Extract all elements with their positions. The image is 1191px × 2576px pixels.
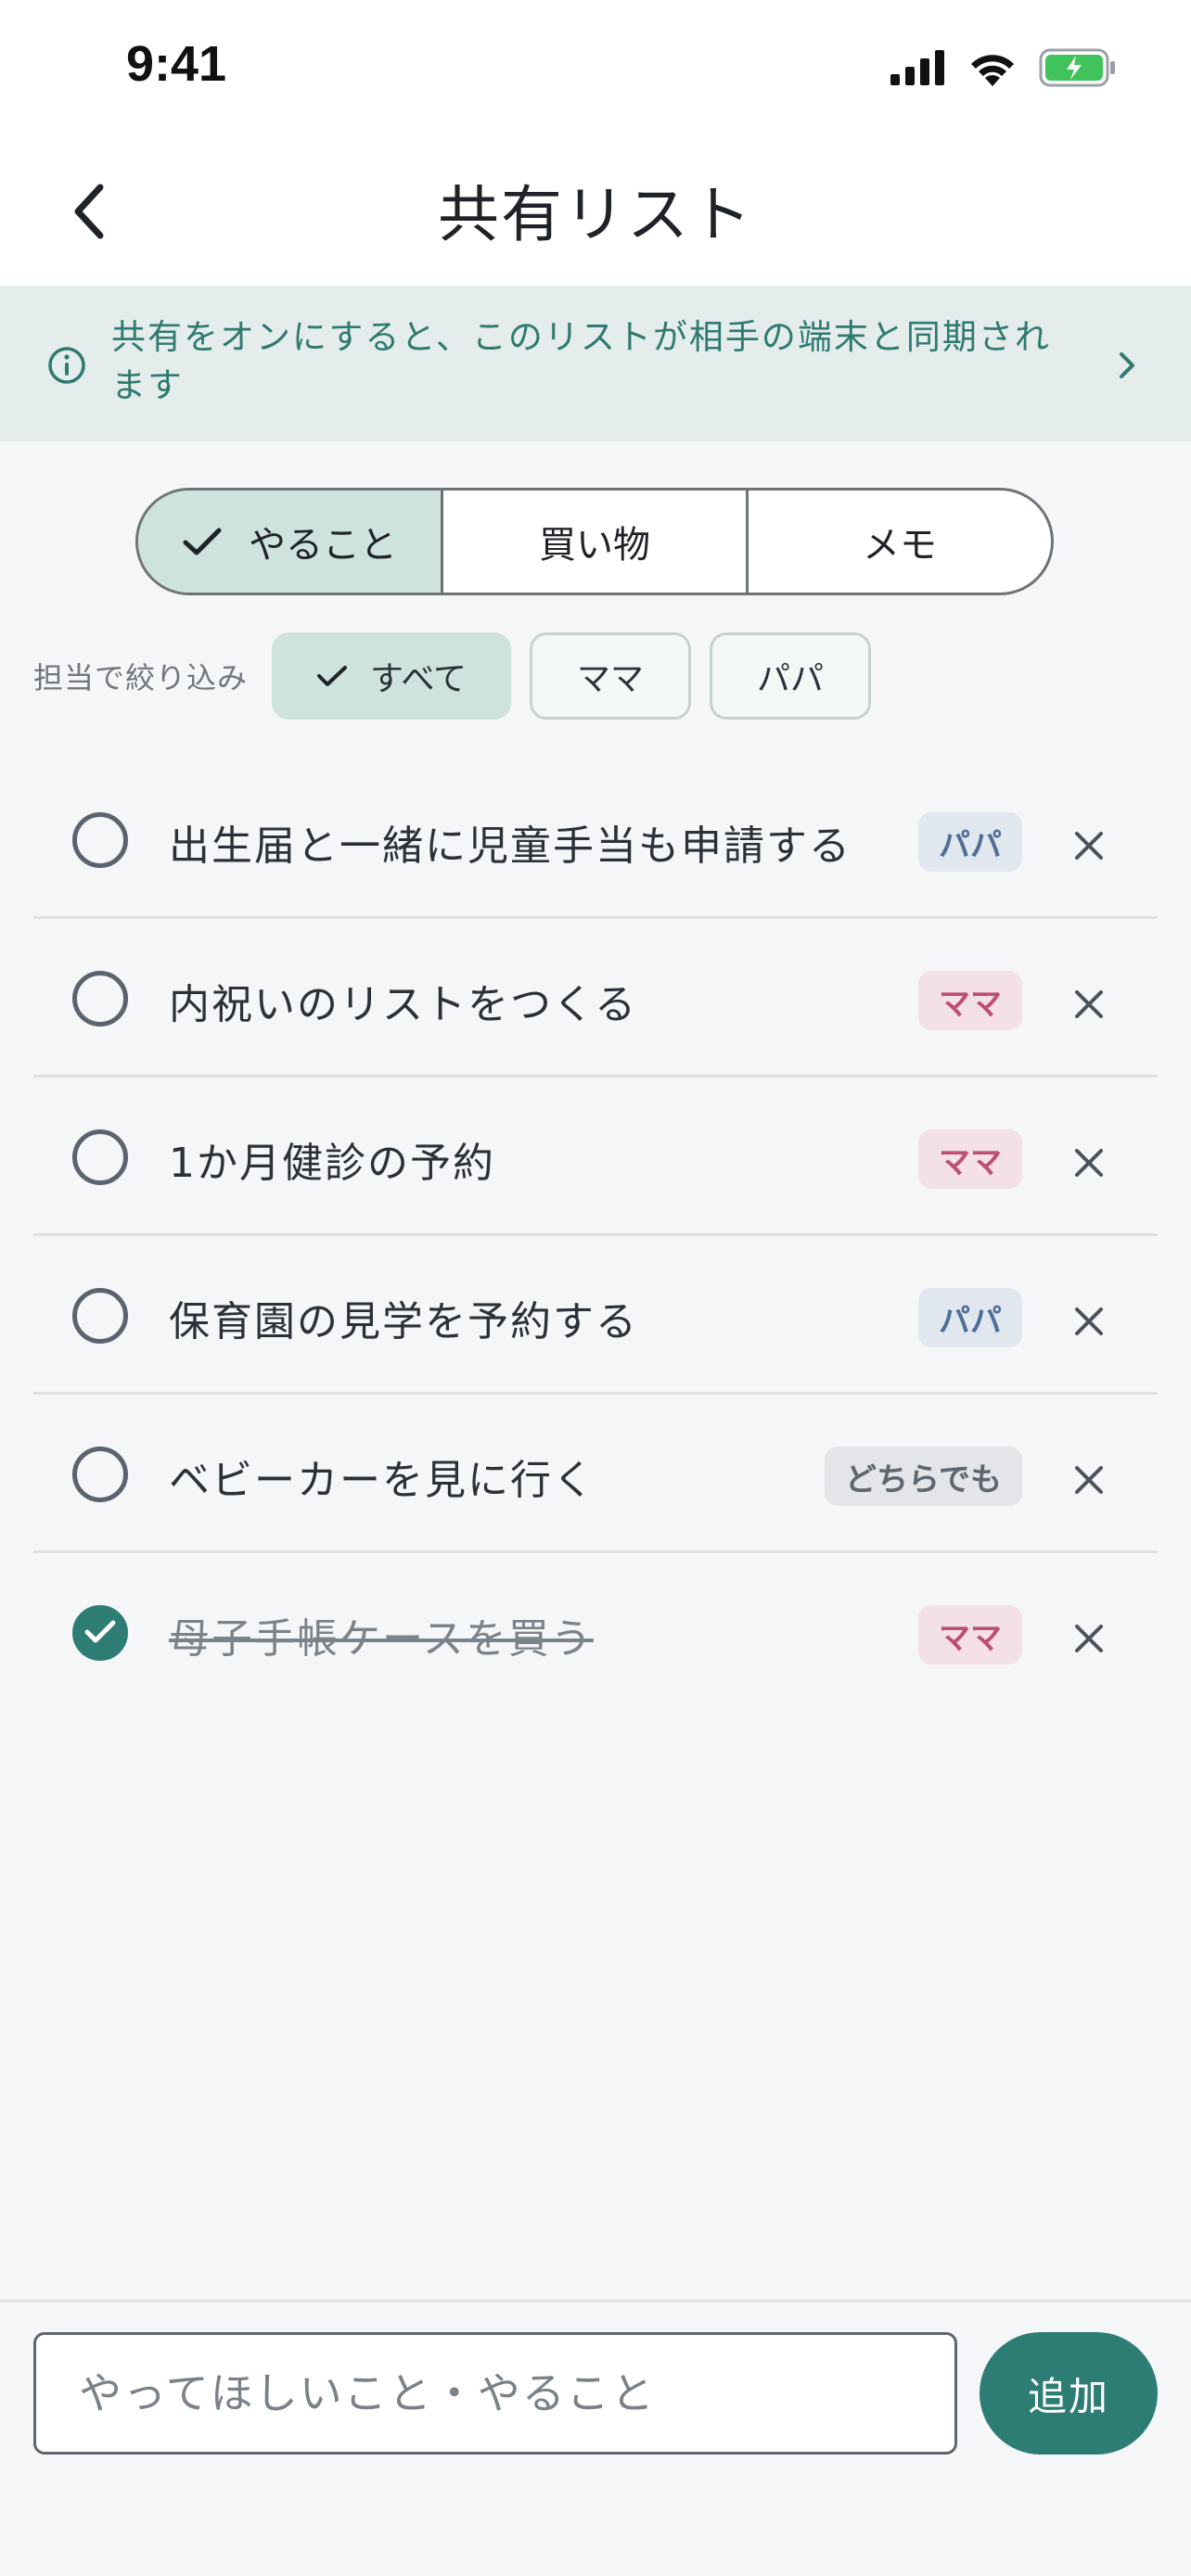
task-input[interactable] (33, 2332, 957, 2455)
task-row: 内祝いのリストをつくる ママ (33, 919, 1158, 1078)
status-bar: 9:41 (0, 0, 1191, 137)
nav-bar: 共有リスト (0, 137, 1191, 286)
task-row: ベビーカーを見に行く どちらでも (33, 1395, 1158, 1553)
tab-label: メモ (863, 524, 937, 567)
assignee-badge: パパ (918, 1288, 1022, 1347)
delete-button[interactable] (1061, 976, 1117, 1032)
info-icon (48, 347, 85, 384)
task-row: 出生届と一緒に児童手当も申請する パパ (33, 760, 1158, 919)
tab-memo[interactable]: メモ (749, 491, 1051, 593)
checkmark-icon (316, 666, 347, 686)
task-text[interactable]: 内祝いのリストをつくる (169, 971, 637, 1030)
task-row: 1か月健診の予約 ママ (33, 1078, 1158, 1236)
close-icon (1075, 990, 1103, 1018)
chevron-right-icon (1120, 352, 1134, 378)
task-checkbox[interactable] (72, 1447, 128, 1502)
delete-button[interactable] (1061, 818, 1117, 874)
close-icon (1075, 832, 1103, 860)
assignee-badge: パパ (918, 812, 1022, 872)
delete-button[interactable] (1061, 1452, 1117, 1508)
tab-todo[interactable]: やること (138, 491, 443, 593)
task-row: 保育園の見学を予約する パパ (33, 1236, 1158, 1395)
filter-chip-all[interactable]: すべて (272, 632, 512, 720)
task-checkbox[interactable] (72, 812, 128, 868)
chip-label: パパ (757, 660, 825, 698)
close-icon (1075, 1466, 1103, 1494)
delete-button[interactable] (1061, 1135, 1117, 1191)
status-icons (890, 46, 1117, 89)
close-icon (1075, 1149, 1103, 1177)
delete-button[interactable] (1061, 1294, 1117, 1349)
task-row: 母子手帳ケースを買う ママ (33, 1553, 1158, 1712)
add-button[interactable]: 追加 (980, 2332, 1158, 2455)
wifi-icon (971, 55, 1014, 86)
task-checkbox[interactable] (72, 1288, 128, 1344)
task-checkbox[interactable] (72, 971, 128, 1027)
tab-label: 買い物 (539, 524, 650, 567)
task-text[interactable]: 母子手帳ケースを買う (169, 1605, 594, 1664)
filter-chip-papa[interactable]: パパ (710, 632, 872, 720)
close-icon (1075, 1307, 1103, 1335)
tab-shopping[interactable]: 買い物 (443, 491, 749, 593)
task-text[interactable]: 1か月健診の予約 (169, 1129, 495, 1189)
filter-chip-mama[interactable]: ママ (530, 632, 692, 720)
task-checkbox[interactable] (72, 1605, 128, 1661)
filter-label: 担当で絞り込み (33, 660, 249, 695)
signal-icon (890, 50, 944, 85)
assignee-badge: ママ (918, 1129, 1022, 1189)
sharing-info-banner[interactable]: 共有をオンにすると、このリストが相手の端末と同期されます (0, 286, 1191, 441)
page-title: 共有リスト (438, 179, 753, 250)
task-text[interactable]: 出生届と一緒に児童手当も申請する (169, 812, 852, 872)
banner-text: 共有をオンにすると、このリストが相手の端末と同期されます (111, 317, 1051, 405)
assignee-badge: どちらでも (825, 1447, 1022, 1506)
chip-label: すべて (369, 660, 467, 698)
status-time: 9:41 (126, 36, 227, 92)
checkmark-icon (84, 1620, 116, 1643)
chip-label: ママ (577, 660, 645, 698)
composer-bar: 追加 (0, 2300, 1191, 2576)
delete-button[interactable] (1061, 1611, 1117, 1666)
list-type-tabs: やること 買い物 メモ (135, 488, 1054, 595)
tab-label: やること (249, 524, 397, 567)
battery-icon (1039, 48, 1115, 87)
assignee-badge: ママ (918, 1605, 1022, 1664)
close-icon (1075, 1625, 1103, 1652)
task-checkbox[interactable] (72, 1129, 128, 1185)
assignee-filter: 担当で絞り込み すべて ママ パパ (33, 632, 890, 720)
task-text[interactable]: 保育園の見学を予約する (169, 1288, 638, 1347)
assignee-badge: ママ (918, 971, 1022, 1030)
checkmark-icon (183, 528, 222, 555)
task-list: 出生届と一緒に児童手当も申請する パパ 内祝いのリストをつくる ママ 1か月健診… (33, 760, 1158, 1712)
task-text[interactable]: ベビーカーを見に行く (169, 1447, 596, 1506)
